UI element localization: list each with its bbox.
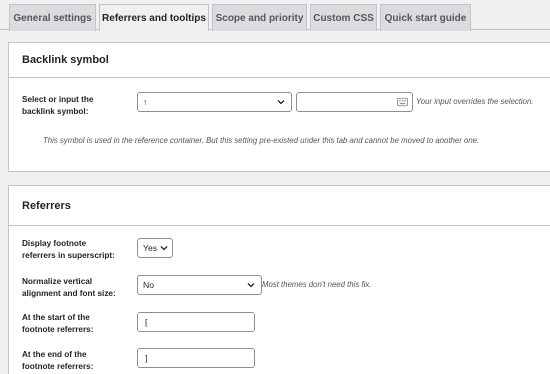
referrers-panel: Referrers Display footnote referrers in … xyxy=(8,185,550,374)
keyboard-icon xyxy=(397,97,408,107)
backlink-symbol-panel: Backlink symbol Select or input the back… xyxy=(8,42,550,172)
referrers-heading: Referrers xyxy=(9,186,550,226)
normalize-hint: Most themes don't need this fix. xyxy=(262,280,372,289)
chevron-down-icon xyxy=(160,246,168,251)
tab-quick-start-guide[interactable]: Quick start guide xyxy=(380,4,471,31)
backlink-symbol-input[interactable] xyxy=(296,92,413,112)
tab-custom-css[interactable]: Custom CSS xyxy=(310,4,377,31)
backlink-symbol-label: Select or input the backlink symbol: xyxy=(22,94,132,118)
backlink-symbol-select-value: ↑ xyxy=(143,97,148,107)
normalize-select-value: No xyxy=(143,280,154,290)
backlink-label-line1: Select or input the xyxy=(22,95,94,104)
normalize-label-line1: Normalize vertical xyxy=(22,277,93,286)
tab-scope-and-priority[interactable]: Scope and priority xyxy=(212,4,307,31)
normalize-select[interactable]: No xyxy=(137,275,262,295)
settings-tab-bar: General settings Referrers and tooltips … xyxy=(0,0,550,31)
backlink-symbol-note: This symbol is used in the reference con… xyxy=(43,136,480,145)
backlink-input-hint: Your input overrides the selection. xyxy=(416,97,534,106)
normalize-label: Normalize vertical alignment and font si… xyxy=(22,276,137,300)
end-referrers-label: At the end of the footnote referrers: xyxy=(22,349,137,373)
start-referrers-label-line1: At the start of the xyxy=(22,313,90,322)
start-referrers-input-value: [ xyxy=(145,317,148,327)
end-referrers-label-line1: At the end of the xyxy=(22,350,87,359)
superscript-select-value: Yes xyxy=(143,243,158,253)
end-referrers-label-line2: footnote referrers: xyxy=(22,362,94,371)
chevron-down-icon xyxy=(277,100,285,105)
backlink-label-line2: backlink symbol: xyxy=(22,107,89,116)
tab-referrers-and-tooltips[interactable]: Referrers and tooltips xyxy=(99,4,209,31)
backlink-symbol-heading: Backlink symbol xyxy=(9,43,550,78)
end-referrers-input[interactable]: ] xyxy=(137,348,255,368)
superscript-label-line2: referrers in superscript: xyxy=(22,251,115,260)
chevron-down-icon xyxy=(247,283,255,288)
backlink-symbol-select[interactable]: ↑ xyxy=(137,92,292,112)
start-referrers-label: At the start of the footnote referrers: xyxy=(22,312,137,336)
start-referrers-input[interactable]: [ xyxy=(137,312,255,332)
superscript-select[interactable]: Yes xyxy=(137,238,173,258)
end-referrers-input-value: ] xyxy=(145,353,148,363)
tab-general-settings[interactable]: General settings xyxy=(9,4,96,31)
superscript-label: Display footnote referrers in superscrip… xyxy=(22,238,137,262)
superscript-label-line1: Display footnote xyxy=(22,239,87,248)
normalize-label-line2: alignment and font size: xyxy=(22,289,116,298)
start-referrers-label-line2: footnote referrers: xyxy=(22,325,94,334)
